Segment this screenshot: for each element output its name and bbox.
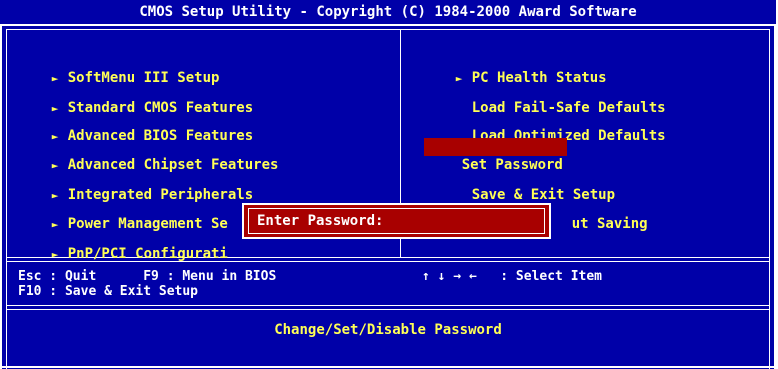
menu-item-load-failsafe[interactable]: Load Fail-Safe Defaults: [438, 81, 666, 116]
help-separator-a: [6, 305, 770, 306]
frame-top-outer: [0, 24, 776, 26]
password-prompt: Enter Password:: [257, 213, 384, 229]
help-separator-b: [6, 309, 770, 310]
menu-item-advanced-bios[interactable]: ► Advanced BIOS Features: [18, 109, 253, 144]
title-bar: CMOS Setup Utility - Copyright (C) 1984-…: [0, 0, 776, 24]
frame-left-inner: [6, 29, 7, 369]
menu-item-integrated-peripherals[interactable]: ► Integrated Peripherals: [18, 168, 253, 203]
bios-screen: CMOS Setup Utility - Copyright (C) 1984-…: [0, 0, 776, 369]
menu-item-standard-cmos[interactable]: ► Standard CMOS Features: [18, 81, 253, 116]
menu-item-softmenu[interactable]: ► SoftMenu III Setup: [18, 51, 220, 86]
help-select-item: ↑ ↓ → ← : Select Item: [422, 269, 603, 284]
menu-item-power-management[interactable]: ► Power Management Se: [18, 197, 228, 232]
menu-item-load-optimized[interactable]: Load Optimized Defaults: [438, 109, 666, 144]
frame-bottom: [0, 366, 776, 368]
frame-top-inner: [6, 29, 770, 30]
help-keys-line2: F10 : Save & Exit Setup: [18, 284, 199, 299]
item-description: Change/Set/Disable Password: [274, 322, 502, 338]
menu-item-label: PnP/PCI Configurati: [67, 246, 228, 262]
help-keys-line1: Esc : Quit F9 : Menu in BIOS: [18, 269, 277, 284]
menu-item-save-exit[interactable]: Save & Exit Setup: [438, 168, 615, 203]
menu-item-label: ut Saving: [571, 216, 648, 232]
menu-item-exit-without-saving[interactable]: ut Saving: [538, 197, 648, 232]
password-dialog[interactable]: Enter Password:: [242, 203, 551, 239]
menu-item-advanced-chipset[interactable]: ► Advanced Chipset Features: [18, 138, 279, 173]
frame-left-outer: [0, 24, 2, 369]
frame-right-inner: [769, 29, 770, 369]
menu-item-pc-health[interactable]: ► PC Health Status: [422, 51, 607, 86]
menu-item-set-password[interactable]: Set Password: [424, 138, 567, 173]
frame-right-outer: [774, 24, 776, 369]
submenu-arrow-icon: ►: [51, 248, 59, 261]
menu-item-pnp-pci[interactable]: ► PnP/PCI Configurati: [18, 227, 228, 262]
